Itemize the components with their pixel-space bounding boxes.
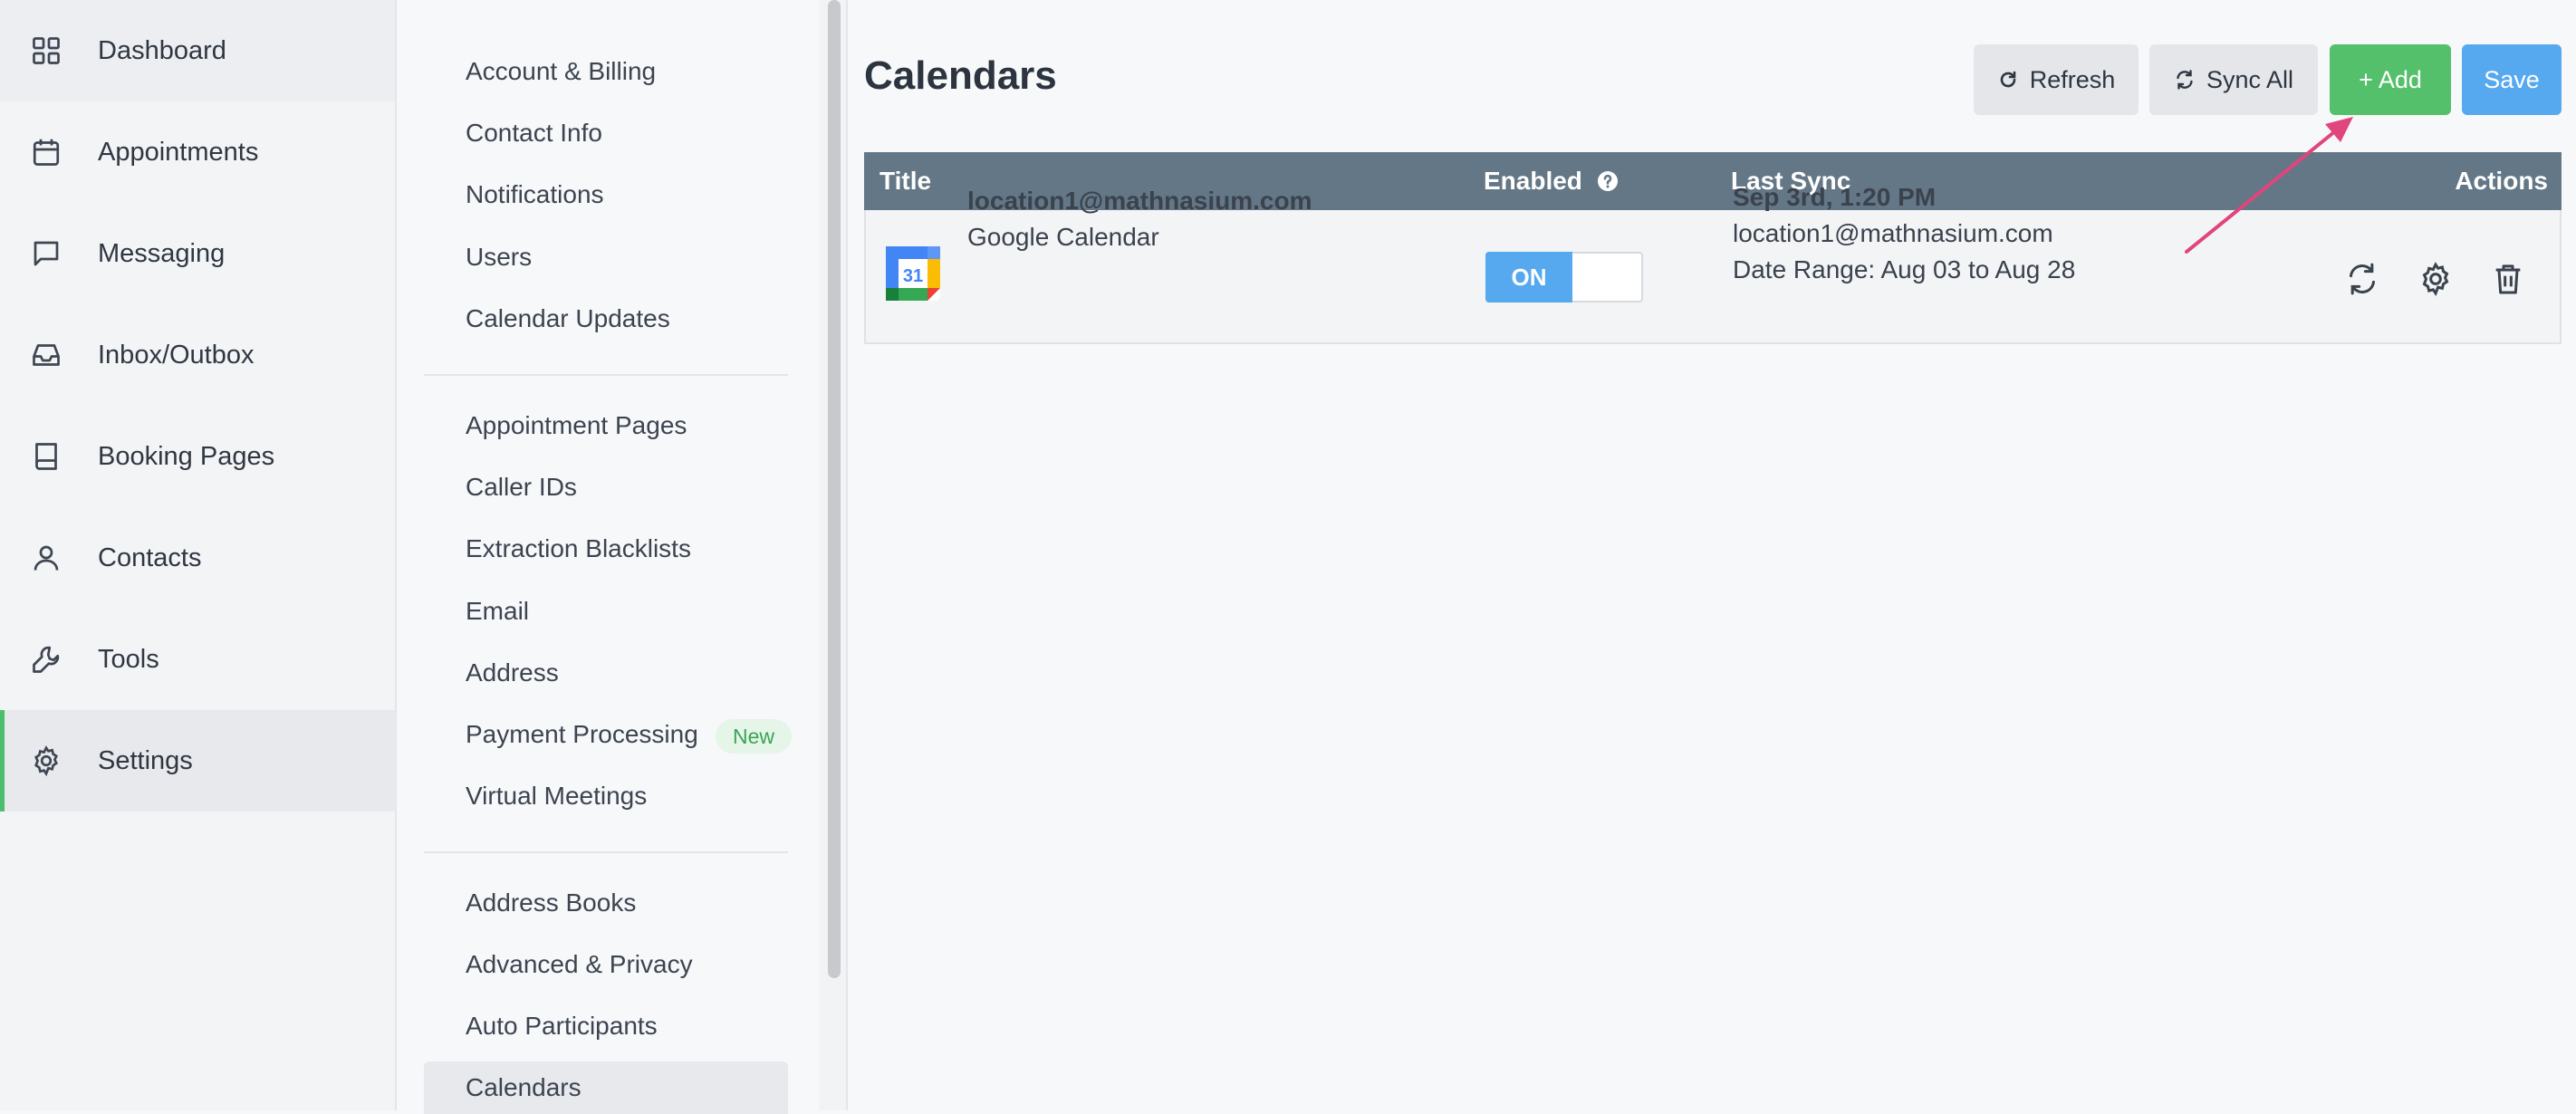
user-icon bbox=[30, 542, 62, 574]
new-badge: New bbox=[716, 719, 793, 754]
settings-item-payment-processing[interactable]: Payment Processing New bbox=[424, 708, 793, 761]
settings-item-label: Calendars bbox=[466, 1073, 582, 1101]
nav-label: Tools bbox=[98, 645, 159, 674]
nav-item-tools[interactable]: Tools bbox=[0, 609, 395, 710]
settings-item-extraction-blacklists[interactable]: Extraction Blacklists bbox=[424, 523, 788, 575]
column-header-enabled: Enabled bbox=[1484, 152, 1619, 210]
settings-item-virtual-meetings[interactable]: Virtual Meetings bbox=[424, 770, 788, 822]
calendar-icon bbox=[30, 136, 62, 168]
nav-item-inbox-outbox[interactable]: Inbox/Outbox bbox=[0, 304, 395, 406]
settings-menu: Account & Billing Contact Info Notificat… bbox=[397, 0, 819, 1114]
settings-item-label: Contact Info bbox=[466, 119, 602, 147]
nav-label: Inbox/Outbox bbox=[98, 341, 255, 370]
settings-item-users[interactable]: Users bbox=[424, 231, 788, 283]
nav-item-dashboard[interactable]: Dashboard bbox=[0, 0, 395, 101]
settings-item-label: Virtual Meetings bbox=[466, 782, 648, 810]
settings-item-calendars[interactable]: Calendars bbox=[424, 1061, 788, 1114]
nav-label: Settings bbox=[98, 746, 193, 775]
last-sync-date-range: Date Range: Aug 03 to Aug 28 bbox=[1733, 255, 2076, 283]
settings-item-label: Advanced & Privacy bbox=[466, 950, 693, 978]
settings-item-appointment-pages[interactable]: Appointment Pages bbox=[424, 399, 788, 452]
settings-item-label: Payment Processing bbox=[466, 720, 698, 748]
last-sync-time: Sep 3rd, 1:20 PM bbox=[1733, 183, 1937, 211]
settings-item-caller-ids[interactable]: Caller IDs bbox=[424, 461, 788, 514]
refresh-button[interactable]: Refresh bbox=[1974, 44, 2139, 115]
sync-all-button-label: Sync All bbox=[2206, 65, 2294, 93]
gear-icon bbox=[30, 744, 62, 777]
help-icon[interactable] bbox=[1597, 170, 1619, 192]
nav-label: Appointments bbox=[98, 138, 259, 167]
enabled-toggle[interactable]: ON bbox=[1485, 252, 1643, 303]
refresh-button-label: Refresh bbox=[2029, 65, 2116, 93]
nav-label: Messaging bbox=[98, 239, 226, 268]
settings-item-label: Appointment Pages bbox=[466, 411, 687, 439]
gear-icon[interactable] bbox=[2417, 261, 2454, 297]
menu-divider bbox=[424, 851, 788, 853]
book-icon bbox=[30, 440, 62, 473]
settings-item-label: Auto Participants bbox=[466, 1012, 658, 1040]
settings-item-label: Email bbox=[466, 597, 530, 625]
settings-item-notifications[interactable]: Notifications bbox=[424, 168, 788, 221]
google-calendar-icon: 31 bbox=[886, 246, 940, 301]
calendars-table: Title Enabled Last Sync Actions 31 locat… bbox=[864, 152, 2562, 344]
add-button-label: + Add bbox=[2359, 65, 2422, 93]
nav-item-booking-pages[interactable]: Booking Pages bbox=[0, 406, 395, 507]
main-sidebar: Dashboard Appointments Messaging Inbox/O… bbox=[0, 0, 397, 1110]
calendar-provider: Google Calendar bbox=[967, 223, 1159, 251]
sync-icon[interactable] bbox=[2344, 261, 2380, 297]
nav-item-contacts[interactable]: Contacts bbox=[0, 507, 395, 609]
settings-item-label: Calendar Updates bbox=[466, 304, 670, 332]
column-header-enabled-label: Enabled bbox=[1484, 167, 1582, 195]
settings-item-email[interactable]: Email bbox=[424, 585, 788, 638]
wrench-icon bbox=[30, 643, 62, 676]
nav-label: Dashboard bbox=[98, 36, 226, 65]
save-button-label: Save bbox=[2484, 65, 2540, 93]
chat-icon bbox=[30, 237, 62, 270]
nav-item-appointments[interactable]: Appointments bbox=[0, 101, 395, 203]
toggle-on-label: ON bbox=[1485, 252, 1572, 303]
sync-icon bbox=[2174, 69, 2196, 91]
column-header-title: Title bbox=[879, 167, 932, 195]
column-header-actions: Actions bbox=[2455, 167, 2548, 195]
settings-item-address[interactable]: Address bbox=[424, 647, 788, 699]
settings-item-label: Address Books bbox=[466, 888, 637, 917]
nav-item-settings[interactable]: Settings bbox=[0, 710, 395, 811]
settings-item-label: Address bbox=[466, 658, 559, 687]
save-button[interactable]: Save bbox=[2462, 44, 2562, 115]
settings-item-contact-info[interactable]: Contact Info bbox=[424, 107, 788, 159]
settings-item-label: Users bbox=[466, 243, 533, 271]
settings-item-auto-participants[interactable]: Auto Participants bbox=[424, 1000, 788, 1052]
settings-item-calendar-updates[interactable]: Calendar Updates bbox=[424, 293, 788, 345]
refresh-icon bbox=[1997, 69, 2019, 91]
settings-item-address-books[interactable]: Address Books bbox=[424, 877, 788, 929]
settings-item-advanced-privacy[interactable]: Advanced & Privacy bbox=[424, 938, 788, 991]
calendar-account: location1@mathnasium.com bbox=[967, 187, 1312, 215]
nav-item-messaging[interactable]: Messaging bbox=[0, 203, 395, 304]
svg-text:31: 31 bbox=[903, 266, 923, 286]
settings-item-account-billing[interactable]: Account & Billing bbox=[424, 45, 788, 98]
nav-label: Booking Pages bbox=[98, 442, 275, 471]
nav-label: Contacts bbox=[98, 543, 202, 572]
add-button[interactable]: + Add bbox=[2330, 44, 2451, 115]
page-title: Calendars bbox=[864, 53, 1057, 98]
last-sync-account: location1@mathnasium.com bbox=[1733, 219, 2053, 247]
settings-item-label: Notifications bbox=[466, 180, 604, 208]
trash-icon[interactable] bbox=[2490, 261, 2526, 297]
sync-all-button[interactable]: Sync All bbox=[2149, 44, 2318, 115]
settings-item-label: Caller IDs bbox=[466, 473, 577, 501]
inbox-icon bbox=[30, 339, 62, 371]
settings-item-label: Account & Billing bbox=[466, 57, 657, 85]
grid-icon bbox=[30, 34, 62, 67]
scrollbar-thumb[interactable] bbox=[828, 0, 841, 978]
menu-divider bbox=[424, 374, 788, 376]
settings-item-label: Extraction Blacklists bbox=[466, 534, 691, 562]
